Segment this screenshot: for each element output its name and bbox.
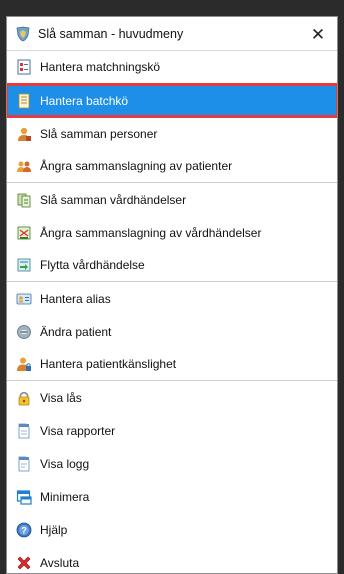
menu-item-help[interactable]: ? Hjälp [7, 513, 337, 546]
people-icon [17, 161, 31, 172]
title-bar: Slå samman - huvudmeny ✕ [7, 17, 337, 51]
menu-item-show-log[interactable]: Visa logg [7, 447, 337, 480]
merge-main-menu: Slå samman - huvudmeny ✕ Hantera matchni… [6, 16, 338, 574]
document-list-icon [18, 93, 30, 108]
menu-item-manage-matching-queue[interactable]: Hantera matchningskö [7, 51, 337, 84]
document-icon [18, 423, 30, 438]
menu-item-minimize[interactable]: Minimera [7, 480, 337, 513]
menu-item-manage-batch-queue[interactable]: Hantera batchkö [7, 83, 337, 118]
checklist-icon [17, 59, 31, 75]
menu-item-exit[interactable]: Avsluta [7, 546, 337, 573]
merge-documents-icon [17, 193, 31, 207]
app-shield-icon [16, 26, 30, 41]
move-document-icon [17, 258, 31, 272]
person-lock-icon [17, 357, 31, 371]
menu-item-undo-merge-patients[interactable]: Ångra sammanslagning av patienter [7, 150, 337, 183]
menu-item-edit-patient[interactable]: Ändra patient [7, 315, 337, 348]
menu-item-move-care-event[interactable]: Flytta vårdhändelse [7, 249, 337, 282]
person-icon [18, 127, 31, 141]
log-document-icon [18, 456, 30, 471]
menu-item-show-reports[interactable]: Visa rapporter [7, 414, 337, 447]
menu-item-manage-alias[interactable]: Hantera alias [7, 282, 337, 315]
menu-item-undo-merge-care-events[interactable]: Ångra sammanslagning av vårdhändelser [7, 216, 337, 249]
menu-item-merge-persons[interactable]: Slå samman personer [7, 117, 337, 150]
menu-item-merge-care-events[interactable]: Slå samman vårdhändelser [7, 183, 337, 216]
menu-item-manage-patient-sensitivity[interactable]: Hantera patientkänslighet [7, 348, 337, 381]
svg-text:?: ? [21, 525, 27, 535]
minimize-window-icon [16, 489, 32, 505]
id-card-icon [16, 293, 32, 304]
close-button[interactable]: ✕ [309, 25, 327, 43]
close-icon: ✕ [310, 24, 326, 44]
help-icon: ? [16, 522, 32, 537]
menu-item-show-locks[interactable]: Visa lås [7, 381, 337, 414]
window-title: Slå samman - huvudmeny [38, 26, 184, 41]
unmerge-documents-icon [17, 226, 31, 239]
edit-patient-icon [17, 324, 31, 339]
padlock-icon [18, 391, 30, 405]
red-x-icon [17, 556, 31, 569]
